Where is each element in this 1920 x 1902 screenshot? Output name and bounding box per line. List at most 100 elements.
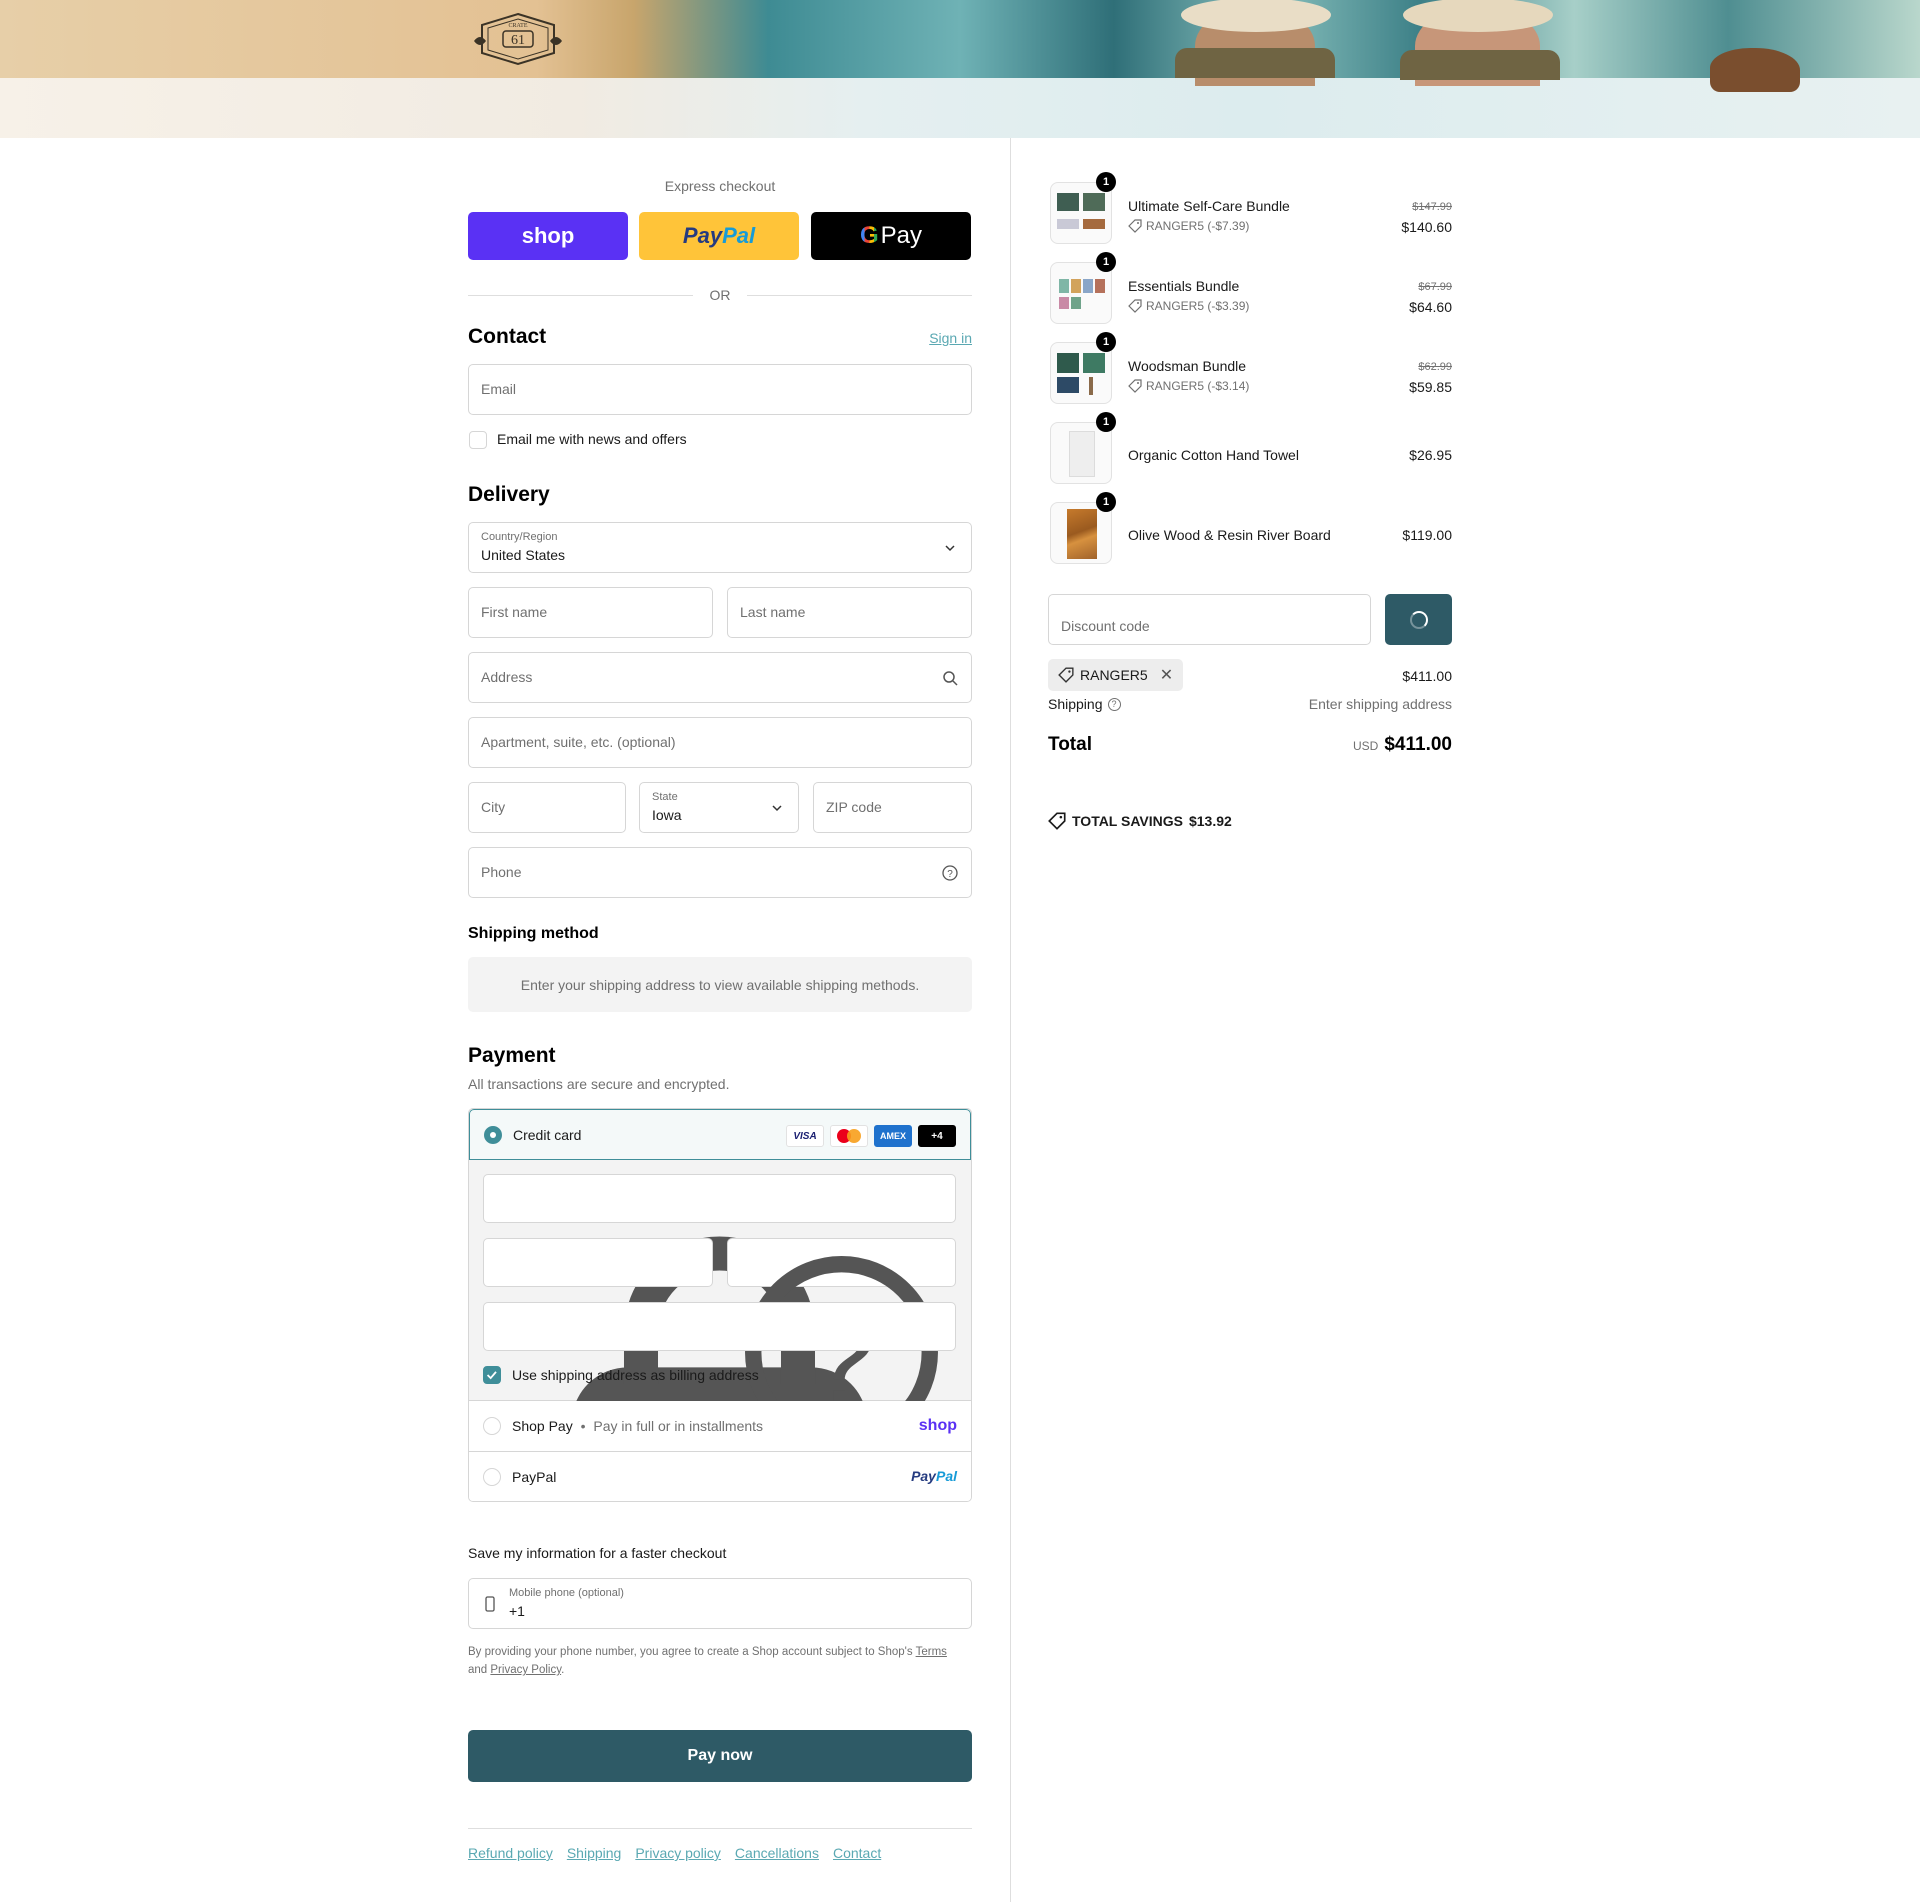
- remove-discount-icon[interactable]: ✕: [1160, 665, 1173, 685]
- last-name-field[interactable]: Last name: [727, 587, 972, 638]
- discount-code-field[interactable]: Discount code: [1048, 594, 1371, 645]
- crate61-logo[interactable]: 61 CRATE: [470, 11, 566, 67]
- checkmark-icon: [486, 1371, 497, 1380]
- header-banner: 61 CRATE: [0, 0, 1920, 138]
- quantity-badge: 1: [1096, 252, 1116, 272]
- shop-pay-radio[interactable]: [483, 1417, 501, 1435]
- item-price: $26.95: [1409, 447, 1452, 463]
- item-price: $64.60: [1409, 299, 1452, 315]
- svg-text:?: ?: [947, 869, 953, 880]
- newsletter-label: Email me with news and offers: [497, 431, 687, 447]
- credit-card-label: Credit card: [513, 1127, 582, 1143]
- svg-text:CRATE: CRATE: [508, 23, 527, 29]
- shop-pay-label: Shop Pay: [512, 1418, 573, 1434]
- tag-icon: [1128, 219, 1142, 233]
- item-original-price: $147.99: [1412, 201, 1452, 213]
- payment-subtitle: All transactions are secure and encrypte…: [468, 1076, 730, 1092]
- newsletter-checkbox[interactable]: [469, 431, 487, 449]
- applied-discount-code: RANGER5: [1080, 667, 1148, 683]
- privacy-policy-footer-link[interactable]: Privacy policy: [635, 1845, 721, 1861]
- sign-in-link[interactable]: Sign in: [929, 330, 972, 346]
- total-label: Total: [1048, 734, 1092, 755]
- tag-icon: [1058, 667, 1074, 683]
- refund-policy-link[interactable]: Refund policy: [468, 1845, 553, 1861]
- applied-discount-chip: RANGER5 ✕: [1048, 659, 1184, 691]
- item-price: $140.60: [1401, 219, 1452, 235]
- item-original-price: $62.99: [1418, 361, 1452, 373]
- subtotal-value: $411.00: [1402, 668, 1452, 684]
- footer-links: Refund policy Shipping Privacy policy Ca…: [468, 1845, 881, 1861]
- banner-ranger-man-shirt: [1175, 48, 1335, 78]
- paypal-label: PayPal: [512, 1469, 557, 1485]
- or-divider: OR: [468, 287, 972, 303]
- tag-icon: [1128, 379, 1142, 393]
- expiration-date-field[interactable]: [483, 1238, 713, 1287]
- shipping-link[interactable]: Shipping: [567, 1845, 622, 1861]
- amex-icon: AMEX: [874, 1125, 912, 1147]
- shop-pay-express-button[interactable]: shop: [468, 212, 628, 260]
- terms-link[interactable]: Terms: [916, 1646, 947, 1658]
- billing-same-label: Use shipping address as billing address: [512, 1367, 759, 1383]
- name-on-card-field[interactable]: [483, 1302, 956, 1351]
- shop-pay-option[interactable]: Shop Pay • Pay in full or in installment…: [469, 1401, 971, 1451]
- payment-methods: Credit card VISA AMEX +4 ? Use shipping …: [468, 1108, 972, 1502]
- loading-spinner-icon: [1409, 610, 1428, 629]
- total-value: $411.00: [1384, 734, 1452, 755]
- search-icon: [943, 671, 958, 686]
- currency-code: USD: [1353, 739, 1379, 753]
- total-amount: USD $411.00: [1353, 734, 1452, 756]
- cancellations-link[interactable]: Cancellations: [735, 1845, 819, 1861]
- paypal-express-button[interactable]: Pay Pal: [639, 212, 799, 260]
- security-code-field[interactable]: ?: [727, 1238, 956, 1449]
- express-checkout-title: Express checkout: [664, 178, 776, 194]
- address-field[interactable]: Address: [468, 652, 972, 703]
- shipping-method-placeholder: Enter your shipping address to view avai…: [468, 957, 972, 1012]
- column-divider: [1010, 138, 1011, 1902]
- paypal-radio[interactable]: [483, 1468, 501, 1486]
- banner-image: [0, 0, 1920, 78]
- mobile-phone-field[interactable]: Mobile phone (optional) +1: [468, 1578, 972, 1629]
- billing-same-checkbox[interactable]: [483, 1366, 501, 1384]
- country-select[interactable]: Country/Region United States: [468, 522, 972, 573]
- item-original-price: $67.99: [1418, 281, 1452, 293]
- banner-fade: [0, 78, 1920, 138]
- item-price: $119.00: [1402, 527, 1452, 543]
- payment-heading: Payment: [468, 1044, 556, 1067]
- card-number-field[interactable]: [483, 1174, 956, 1501]
- savings-tag-icon: [1048, 812, 1066, 830]
- card-brands: VISA AMEX +4: [786, 1125, 956, 1147]
- state-select[interactable]: State Iowa: [639, 782, 799, 833]
- help-icon[interactable]: ?: [941, 864, 959, 882]
- google-pay-express-button[interactable]: G Pay: [811, 212, 971, 260]
- apartment-field[interactable]: Apartment, suite, etc. (optional): [468, 717, 972, 768]
- item-name: Ultimate Self-Care Bundle: [1128, 198, 1290, 214]
- city-field[interactable]: City: [468, 782, 626, 833]
- first-name-field[interactable]: First name: [468, 587, 713, 638]
- item-discount: RANGER5 (-$7.39): [1128, 219, 1249, 233]
- zip-field[interactable]: ZIP code: [813, 782, 972, 833]
- chevron-down-icon: [772, 805, 782, 812]
- google-g-icon: G: [859, 222, 879, 249]
- chevron-down-icon: [945, 545, 955, 552]
- phone-field[interactable]: Phone ?: [468, 847, 972, 898]
- privacy-policy-link[interactable]: Privacy Policy: [490, 1664, 561, 1676]
- credit-card-option[interactable]: Credit card VISA AMEX +4: [469, 1109, 971, 1160]
- credit-card-radio[interactable]: [484, 1126, 502, 1144]
- apply-discount-button[interactable]: [1385, 594, 1452, 645]
- svg-text:61: 61: [511, 33, 525, 48]
- contact-link[interactable]: Contact: [833, 1845, 881, 1861]
- mobile-phone-icon: [485, 1596, 495, 1612]
- quantity-badge: 1: [1096, 332, 1116, 352]
- help-icon[interactable]: ?: [1107, 697, 1121, 711]
- quantity-badge: 1: [1096, 412, 1116, 432]
- item-name: Woodsman Bundle: [1128, 358, 1247, 374]
- item-name: Essentials Bundle: [1128, 278, 1240, 294]
- pay-now-button[interactable]: Pay now: [468, 1730, 972, 1782]
- email-field[interactable]: Email: [468, 364, 972, 415]
- paypal-option[interactable]: PayPal PayPal: [469, 1451, 971, 1501]
- footer-divider: [468, 1828, 972, 1829]
- visa-icon: VISA: [786, 1125, 824, 1147]
- item-name: Organic Cotton Hand Towel: [1128, 447, 1299, 463]
- item-name: Olive Wood & Resin River Board: [1128, 527, 1331, 543]
- quantity-badge: 1: [1096, 492, 1116, 512]
